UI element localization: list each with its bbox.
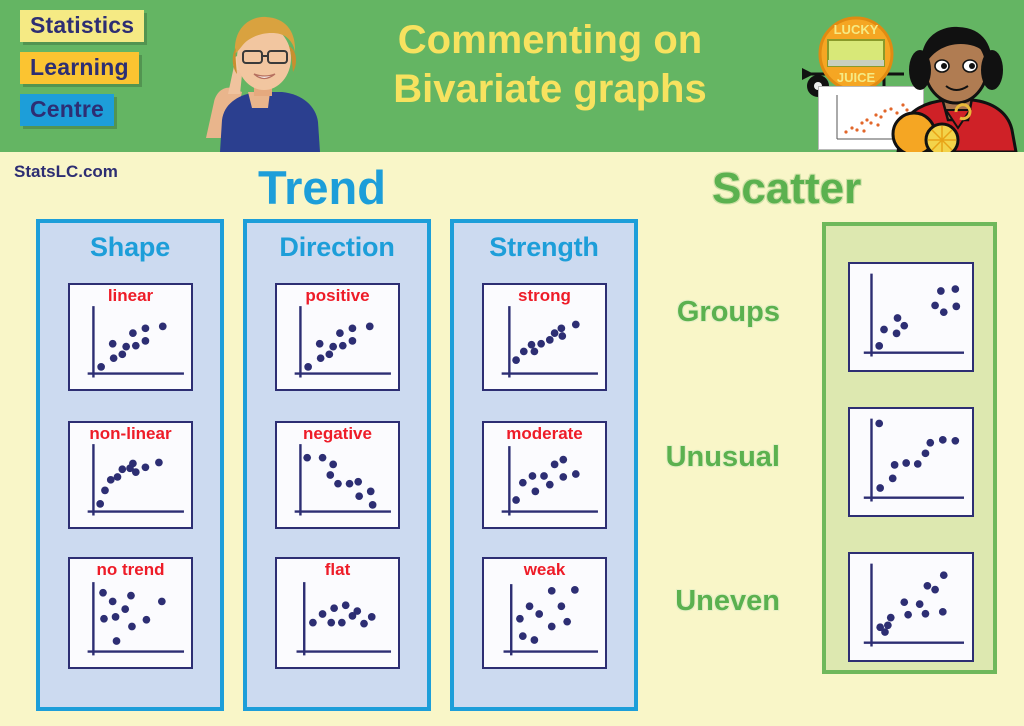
- section-title-trend: Trend: [258, 161, 386, 214]
- graph-label-nonlinear: non-linear: [89, 424, 172, 443]
- panel-heading-strength: Strength: [489, 232, 599, 262]
- panel-direction[interactable]: Direction positive negative flat: [243, 219, 431, 711]
- graph-card-flat[interactable]: flat: [275, 557, 400, 669]
- graph-card-negative[interactable]: negative: [275, 421, 400, 529]
- graph-label-moderate: moderate: [506, 424, 583, 443]
- cart-label-bottom: JUICE: [837, 70, 876, 85]
- graph-card-notrend[interactable]: no trend: [68, 557, 193, 669]
- graph-label-flat: flat: [324, 560, 351, 579]
- brand-line-statistics: Statistics: [20, 10, 145, 43]
- graph-card-positive[interactable]: positive: [275, 283, 400, 391]
- brand-logo: Statistics Learning Centre: [20, 10, 200, 136]
- section-title-scatter: Scatter: [712, 164, 862, 213]
- brand-line-centre: Centre: [20, 94, 115, 127]
- graph-card-strong[interactable]: strong: [482, 283, 607, 391]
- panel-strength[interactable]: Strength strong moderate weak: [450, 219, 638, 711]
- title-line-1: Commenting on: [397, 18, 703, 62]
- woman-pointing-illustration: [206, 16, 320, 152]
- page-title: Commenting on Bivariate graphs: [340, 16, 760, 114]
- graph-card-weak[interactable]: weak: [482, 557, 607, 669]
- graph-label-strong: strong: [518, 286, 571, 305]
- title-line-2: Bivariate graphs: [393, 66, 707, 111]
- scatter-row-label-uneven: Uneven: [675, 585, 780, 617]
- graph-label-positive: positive: [305, 286, 370, 305]
- panel-heading-direction: Direction: [279, 232, 395, 262]
- graph-label-notrend: no trend: [96, 560, 165, 579]
- scatter-row-label-unusual: Unusual: [665, 441, 780, 473]
- graph-card-unusual[interactable]: [848, 407, 974, 517]
- graph-groups-scatter: [863, 273, 964, 357]
- scatter-row-label-groups: Groups: [676, 296, 780, 328]
- panel-shape[interactable]: Shape linear non-linear no trend: [36, 219, 224, 711]
- panel-scatter[interactable]: [822, 222, 997, 674]
- poster-root: Statistics Learning Centre Commenting on…: [0, 0, 1024, 726]
- cart-label-top: LUCKY: [834, 22, 879, 37]
- woman-with-oranges-illustration: [891, 26, 1018, 152]
- graph-card-linear[interactable]: linear: [68, 283, 193, 391]
- graph-card-moderate[interactable]: moderate: [482, 421, 607, 529]
- statslc-url[interactable]: StatsLC.com: [14, 162, 118, 182]
- graph-card-groups[interactable]: [848, 262, 974, 372]
- brand-line-learning: Learning: [20, 52, 139, 85]
- graph-uneven-scatter: [863, 563, 964, 647]
- header-bar: Statistics Learning Centre Commenting on…: [0, 0, 1024, 152]
- panel-heading-shape: Shape: [89, 232, 171, 262]
- graph-label-linear: linear: [107, 286, 154, 305]
- graph-label-weak: weak: [523, 560, 566, 579]
- graph-unusual-scatter: [863, 418, 964, 502]
- graph-label-negative: negative: [303, 424, 372, 443]
- graph-card-nonlinear[interactable]: non-linear: [68, 421, 193, 529]
- graph-card-uneven[interactable]: [848, 552, 974, 662]
